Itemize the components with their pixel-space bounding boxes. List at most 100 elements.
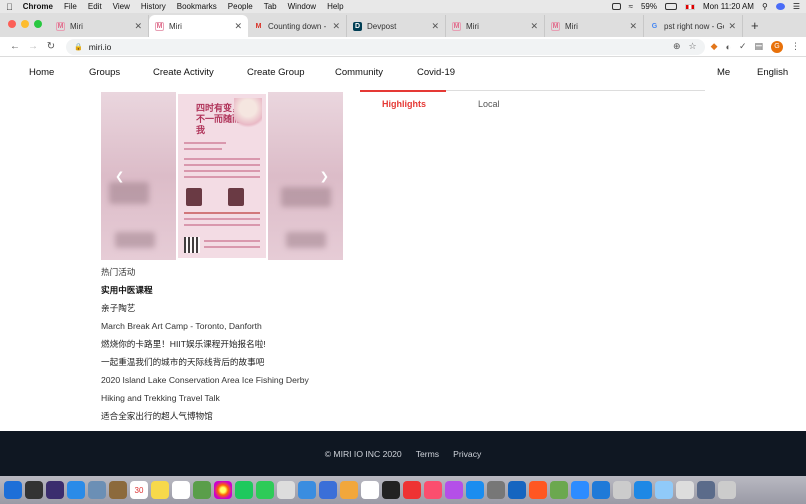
nav-create-group[interactable]: Create Group — [247, 67, 305, 78]
footer-privacy-link[interactable]: Privacy — [453, 449, 481, 459]
facetime-icon[interactable] — [256, 481, 274, 499]
browser-tab[interactable]: M Miri ✕ — [446, 15, 545, 37]
document-icon[interactable] — [676, 481, 694, 499]
vscode-icon[interactable] — [592, 481, 610, 499]
menu-view[interactable]: View — [113, 2, 130, 11]
extension-icon[interactable]: ✓ — [739, 41, 747, 52]
activity-link[interactable]: Hiking and Trekking Travel Talk — [101, 392, 309, 410]
notes-icon[interactable] — [151, 481, 169, 499]
browser-tab[interactable]: M Miri ✕ — [50, 15, 149, 37]
image-icon[interactable] — [697, 481, 715, 499]
close-tab-icon[interactable]: ✕ — [431, 21, 439, 32]
numbers-icon[interactable] — [298, 481, 316, 499]
close-tab-icon[interactable]: ✕ — [332, 21, 340, 32]
control-center-icon[interactable]: ☰ — [793, 2, 800, 11]
extension-icon[interactable]: ◐ — [726, 42, 731, 52]
menu-bookmarks[interactable]: Bookmarks — [177, 2, 217, 11]
android-studio-icon[interactable] — [550, 481, 568, 499]
podcasts-icon[interactable] — [445, 481, 463, 499]
messages-icon[interactable] — [235, 481, 253, 499]
forward-arrow-icon[interactable]: → — [24, 41, 42, 52]
event-poster-image[interactable]: 四时有变，不一而随而我 — [176, 92, 268, 260]
activity-link[interactable]: 2020 Island Lake Conservation Area Ice F… — [101, 374, 309, 392]
back-arrow-icon[interactable]: ← — [6, 41, 24, 52]
metamask-icon[interactable]: ◆ — [711, 41, 718, 52]
more-menu-icon[interactable]: ⋮ — [791, 41, 800, 52]
address-bar[interactable]: 🔒 miri.io ⊕ ☆ — [66, 38, 705, 55]
apple-icon[interactable]:  — [6, 2, 13, 12]
textedit-icon[interactable] — [277, 481, 295, 499]
menu-app-name[interactable]: Chrome — [23, 2, 53, 11]
menu-tab[interactable]: Tab — [264, 2, 277, 11]
facebook-icon[interactable] — [508, 481, 526, 499]
nav-home[interactable]: Home — [29, 67, 54, 78]
activity-link[interactable]: 适合全家出行的超人气博物馆 — [101, 410, 309, 428]
bookmark-star-icon[interactable]: ☆ — [689, 41, 697, 52]
nav-language[interactable]: English — [757, 67, 788, 78]
battery-percent[interactable]: 59% — [641, 2, 657, 11]
profile-avatar[interactable]: G — [771, 40, 783, 53]
pages-icon[interactable] — [340, 481, 358, 499]
browser-tab[interactable]: G pst right now - Goog ✕ — [644, 15, 743, 37]
siri-icon[interactable] — [775, 3, 785, 10]
minimize-window-button[interactable] — [21, 20, 29, 28]
add-icon[interactable]: ⊕ — [673, 41, 681, 52]
finder-icon[interactable] — [4, 481, 22, 499]
clock[interactable]: Mon 11:20 AM — [703, 2, 754, 11]
nav-covid-19[interactable]: Covid-19 — [417, 67, 455, 78]
activity-link[interactable]: March Break Art Camp - Toronto, Danforth — [101, 320, 309, 338]
display-icon[interactable] — [611, 3, 621, 10]
zoom-icon[interactable] — [571, 481, 589, 499]
menu-help[interactable]: Help — [327, 2, 343, 11]
terminal-icon[interactable] — [382, 481, 400, 499]
canada-flag-icon[interactable] — [684, 3, 695, 10]
nav-create-activity[interactable]: Create Activity — [153, 67, 214, 78]
close-window-button[interactable] — [8, 20, 16, 28]
browser-tab[interactable]: M Miri ✕ — [545, 15, 644, 37]
carousel-next-icon[interactable]: ❯ — [320, 170, 329, 183]
folder-icon[interactable] — [655, 481, 673, 499]
extension-icon[interactable]: ▤ — [754, 41, 763, 52]
trash-icon[interactable] — [718, 481, 736, 499]
close-tab-icon[interactable]: ✕ — [530, 21, 538, 32]
photos-icon[interactable] — [214, 481, 232, 499]
launchpad-icon[interactable] — [46, 481, 64, 499]
close-tab-icon[interactable]: ✕ — [728, 21, 736, 32]
browser-tab[interactable]: M Counting down - CO ✕ — [248, 15, 347, 37]
url-text[interactable]: miri.io — [89, 42, 112, 52]
tab-highlights[interactable]: Highlights — [360, 90, 446, 109]
folder-icon[interactable] — [634, 481, 652, 499]
close-tab-icon[interactable]: ✕ — [134, 21, 142, 32]
keynote-icon[interactable] — [319, 481, 337, 499]
nav-groups[interactable]: Groups — [89, 67, 120, 78]
system-preferences-icon[interactable] — [487, 481, 505, 499]
app-store-icon[interactable] — [466, 481, 484, 499]
preview-icon[interactable] — [88, 481, 106, 499]
maps-icon[interactable] — [193, 481, 211, 499]
menu-file[interactable]: File — [64, 2, 77, 11]
music-icon[interactable] — [424, 481, 442, 499]
carousel-prev-icon[interactable]: ❮ — [115, 170, 124, 183]
menu-history[interactable]: History — [141, 2, 166, 11]
reminders-icon[interactable] — [172, 481, 190, 499]
menu-edit[interactable]: Edit — [88, 2, 102, 11]
close-tab-icon[interactable]: ✕ — [629, 21, 637, 32]
activity-link[interactable]: 一起重温我们的城市的天际线背后的故事吧 — [101, 356, 309, 374]
finder-window-icon[interactable] — [613, 481, 631, 499]
news-icon[interactable] — [403, 481, 421, 499]
footer-terms-link[interactable]: Terms — [416, 449, 439, 459]
fullscreen-window-button[interactable] — [34, 20, 42, 28]
nav-me[interactable]: Me — [717, 67, 730, 78]
calendar-icon[interactable]: 30 — [130, 481, 148, 499]
reload-icon[interactable]: ↻ — [42, 41, 60, 52]
battery-icon[interactable] — [664, 3, 677, 10]
close-tab-icon[interactable]: ✕ — [234, 21, 242, 32]
menu-people[interactable]: People — [228, 2, 253, 11]
spotlight-icon[interactable]: ⚲ — [762, 2, 768, 11]
activity-link[interactable]: 燃烧你的卡路里！HIIT娱乐课程开始报名啦! — [101, 338, 309, 356]
browser-tab[interactable]: D Devpost ✕ — [347, 15, 446, 37]
new-tab-button[interactable]: + — [743, 18, 767, 37]
lock-icon[interactable]: 🔒 — [74, 43, 83, 51]
menu-window[interactable]: Window — [288, 2, 316, 11]
activity-link[interactable]: 亲子陶艺 — [101, 302, 309, 320]
